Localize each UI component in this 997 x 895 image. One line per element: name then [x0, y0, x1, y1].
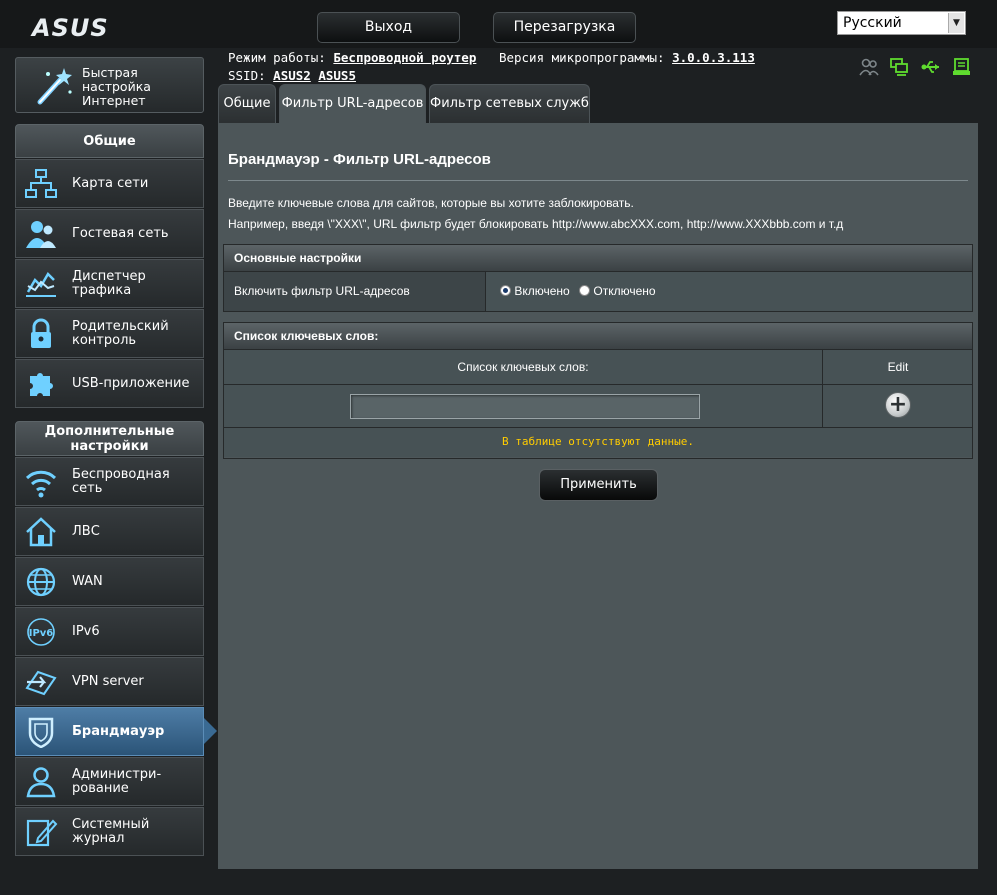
firmware-value-link[interactable]: 3.0.0.3.113	[672, 50, 755, 65]
language-select[interactable]: Русский ▼	[837, 11, 966, 35]
mode-label: Режим работы:	[228, 50, 326, 65]
sidebar-item-system-log[interactable]: Системный журнал	[15, 807, 204, 856]
guest-network-icon	[24, 218, 58, 250]
keyword-list-section: Список ключевых слов: Список ключевых сл…	[223, 322, 973, 459]
sidebar-item-label: WAN	[72, 573, 103, 589]
wan-globe-icon	[24, 566, 58, 598]
description-line-2: Например, введя \"XXX\", URL фильтр буде…	[228, 217, 844, 231]
keyword-input[interactable]	[350, 394, 700, 419]
reboot-button[interactable]: Перезагрузка	[493, 12, 636, 43]
mode-value-link[interactable]: Беспроводной роутер	[333, 50, 476, 65]
keyword-input-row: +	[224, 385, 972, 428]
status-line-ssid: SSID: ASUS2 ASUS5	[228, 68, 356, 83]
radio-enabled-label[interactable]: Включено	[514, 284, 569, 298]
sidebar-item-label: Беспроводная сеть	[72, 466, 170, 496]
firewall-shield-icon	[24, 716, 58, 749]
enable-filter-options: Включено Отключено	[500, 284, 656, 298]
sidebar-item-label: Родительский контроль	[72, 318, 169, 348]
sidebar-item-ipv6[interactable]: IPv6 IPv6	[15, 607, 204, 656]
sidebar-item-guest-network[interactable]: Гостевая сеть	[15, 209, 204, 258]
chevron-down-icon[interactable]: ▼	[948, 13, 964, 33]
sidebar-item-label: Администри-рование	[72, 766, 162, 796]
sidebar-item-firewall[interactable]: Брандмауэр	[15, 707, 204, 756]
sidebar-item-network-map[interactable]: Карта сети	[15, 159, 204, 208]
tab-general[interactable]: Общие	[218, 84, 276, 124]
tab-network-services-filter[interactable]: Фильтр сетевых служб	[429, 84, 590, 124]
sidebar-item-label: Системный журнал	[72, 816, 150, 846]
sidebar-item-wireless[interactable]: Беспроводная сеть	[15, 457, 204, 506]
active-item-pointer	[204, 718, 217, 744]
sidebar-item-administration[interactable]: Администри-рование	[15, 757, 204, 806]
ssid-link-1[interactable]: ASUS2	[273, 68, 311, 83]
sidebar-item-parental-control[interactable]: Родительский контроль	[15, 309, 204, 358]
traffic-manager-icon	[24, 268, 58, 300]
ipv6-icon: IPv6	[24, 616, 58, 648]
printer-icon[interactable]	[951, 57, 973, 77]
radio-enabled[interactable]	[500, 285, 511, 296]
usb-icon[interactable]	[920, 57, 942, 77]
sidebar-item-label: Гостевая сеть	[72, 225, 169, 241]
network-status-icon[interactable]	[889, 57, 911, 77]
sidebar-item-label: ЛВС	[72, 523, 100, 539]
enable-filter-row: Включить фильтр URL-адресов Включено Отк…	[224, 272, 972, 311]
ssid-label: SSID:	[228, 68, 266, 83]
vpn-icon	[24, 666, 58, 698]
page-title: Брандмауэр - Фильтр URL-адресов	[228, 151, 491, 168]
keyword-list-header: Список ключевых слов:	[224, 323, 972, 350]
sidebar-item-label: IPv6	[72, 623, 100, 639]
sidebar-item-label: Карта сети	[72, 175, 149, 191]
description-line-1: Введите ключевые слова для сайтов, котор…	[228, 196, 634, 210]
quick-internet-setup-button[interactable]: Быстрая настройка Интернет	[15, 57, 204, 113]
title-divider	[228, 180, 968, 181]
status-line-mode: Режим работы: Беспроводной роутер Версия…	[228, 50, 755, 65]
network-map-icon	[24, 168, 58, 200]
asus-logo: ASUS	[32, 14, 109, 42]
empty-table-message: В таблице отсутствуют данные.	[224, 428, 972, 457]
system-log-icon	[24, 816, 58, 848]
apply-button[interactable]: Применить	[539, 469, 658, 501]
main-panel: Брандмауэр - Фильтр URL-адресов Введите …	[218, 123, 978, 869]
add-circle-icon[interactable]: +	[885, 392, 911, 418]
enable-filter-label: Включить фильтр URL-адресов	[224, 272, 486, 311]
svg-text:IPv6: IPv6	[29, 628, 54, 639]
language-value: Русский	[843, 15, 902, 31]
clients-icon[interactable]	[858, 57, 880, 77]
column-header-edit: Edit	[824, 350, 972, 384]
sidebar-item-label: VPN server	[72, 673, 144, 689]
basic-settings-header: Основные настройки	[224, 245, 972, 272]
sidebar-item-lan[interactable]: ЛВС	[15, 507, 204, 556]
sidebar-item-traffic-manager[interactable]: Диспетчер трафика	[15, 259, 204, 308]
admin-user-icon	[24, 766, 58, 798]
general-section-title: Общие	[15, 124, 204, 158]
top-bar: ASUS Выход Перезагрузка Русский ▼	[0, 0, 997, 48]
quick-setup-label: Быстрая настройка Интернет	[82, 65, 151, 108]
sidebar-item-wan[interactable]: WAN	[15, 557, 204, 606]
radio-disabled-label[interactable]: Отключено	[593, 284, 655, 298]
sidebar-item-vpn-server[interactable]: VPN server	[15, 657, 204, 706]
advanced-section-title: Дополнительные настройки	[15, 421, 204, 456]
advanced-section-title-text: Дополнительные настройки	[44, 424, 175, 454]
column-header-keywords: Список ключевых слов:	[224, 350, 823, 384]
sidebar-item-label: Брандмауэр	[72, 723, 165, 739]
logout-button[interactable]: Выход	[317, 12, 460, 43]
keyword-table-header: Список ключевых слов: Edit	[224, 350, 972, 385]
usb-app-icon	[24, 368, 58, 400]
sidebar-item-usb-app[interactable]: USB-приложение	[15, 359, 204, 408]
parental-control-icon	[24, 318, 58, 350]
lan-home-icon	[24, 516, 58, 548]
wireless-icon	[24, 466, 58, 498]
basic-settings-section: Основные настройки Включить фильтр URL-а…	[223, 244, 973, 312]
magic-wand-icon	[32, 64, 76, 108]
sidebar-item-label: Диспетчер трафика	[72, 268, 146, 298]
radio-disabled[interactable]	[579, 285, 591, 296]
status-icons	[858, 57, 973, 77]
keyword-input-cell	[224, 385, 823, 428]
firmware-label: Версия микропрограммы:	[498, 50, 665, 65]
ssid-link-2[interactable]: ASUS5	[318, 68, 356, 83]
tab-url-filter[interactable]: Фильтр URL-адресов	[279, 84, 426, 124]
sidebar-item-label: USB-приложение	[72, 375, 190, 391]
